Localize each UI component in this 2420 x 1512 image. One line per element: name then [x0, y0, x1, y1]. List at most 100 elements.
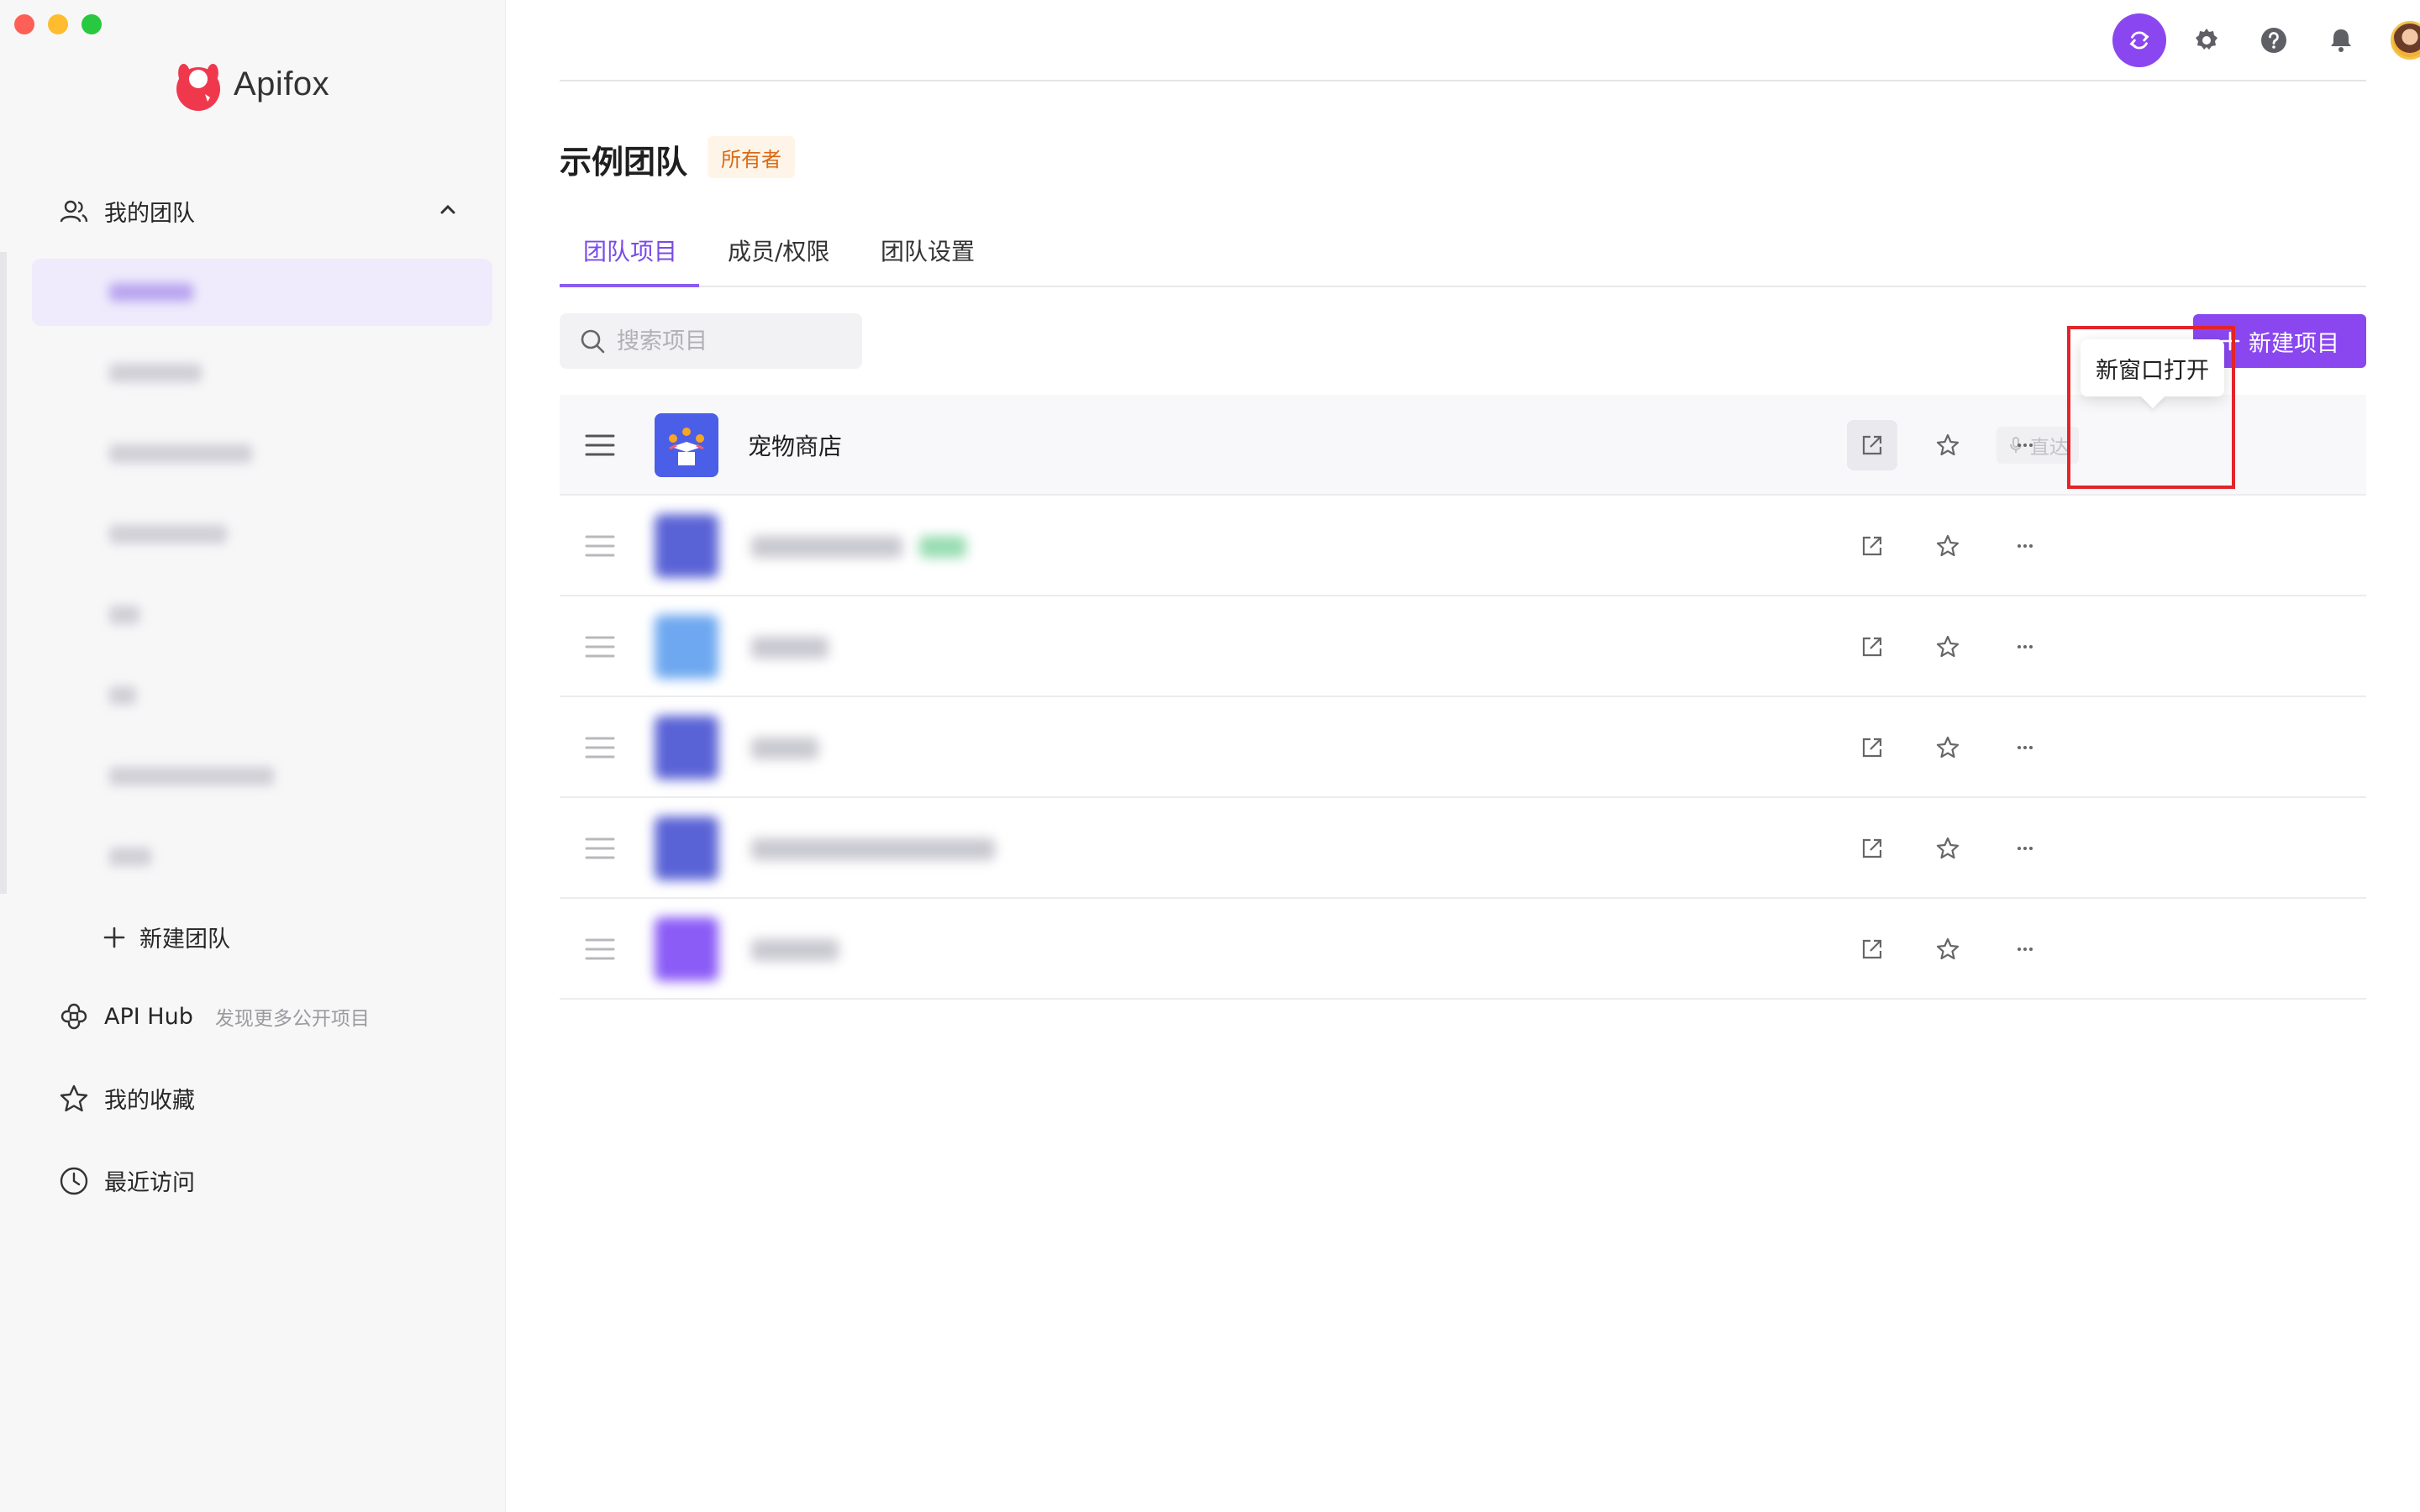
tab-team-settings[interactable]: 团队设置	[881, 234, 975, 267]
open-in-new-window-button[interactable]	[1847, 823, 1897, 874]
open-in-new-window-button[interactable]	[1847, 521, 1897, 571]
project-row[interactable]	[560, 596, 2366, 697]
user-avatar-button[interactable]	[2383, 13, 2420, 67]
favorite-button[interactable]	[1923, 622, 1973, 672]
avatar	[2391, 21, 2420, 60]
project-name[interactable]: 宠物商店	[748, 428, 842, 462]
project-row[interactable]	[560, 798, 2366, 899]
open-in-new-window-button[interactable]	[1847, 924, 1897, 974]
project-list: 宠物商店 直达	[560, 395, 2366, 1000]
new-project-label: 新建项目	[2249, 330, 2339, 357]
sidebar-favorites[interactable]: 我的收藏	[59, 1082, 195, 1115]
team-item[interactable]	[32, 662, 492, 729]
sync-button[interactable]	[2112, 13, 2166, 67]
more-options-button[interactable]	[2000, 924, 2050, 974]
new-team-label: 新建团队	[139, 927, 230, 953]
drag-handle-icon[interactable]	[585, 534, 615, 558]
project-row[interactable]	[560, 899, 2366, 1000]
project-icon	[655, 716, 718, 780]
project-row[interactable]: 宠物商店 直达	[560, 395, 2366, 496]
star-icon	[1936, 534, 1960, 557]
project-icon	[655, 816, 718, 880]
team-item[interactable]	[32, 339, 492, 407]
team-item[interactable]	[32, 743, 492, 810]
search-icon	[581, 329, 605, 354]
users-icon	[60, 200, 88, 222]
open-in-new-window-tooltip: 新窗口打开	[2081, 339, 2224, 396]
external-link-icon	[1862, 536, 1882, 556]
tab-team-projects[interactable]: 团队项目	[583, 234, 677, 267]
more-icon	[2018, 645, 2033, 648]
favorite-button[interactable]	[1923, 722, 1973, 773]
gear-icon	[2196, 29, 2217, 50]
external-link-icon	[1862, 738, 1882, 758]
header-divider	[560, 80, 2366, 81]
more-options-button[interactable]	[2000, 622, 2050, 672]
project-name-redacted	[751, 738, 818, 759]
close-window-button[interactable]	[14, 14, 34, 34]
sidebar: Apifox 我的团队 新建团队 API Hub 发现更多公开项目 我的收藏 最…	[0, 0, 506, 1512]
sync-icon	[2129, 31, 2149, 50]
open-in-new-window-button[interactable]	[1847, 622, 1897, 672]
more-options-button[interactable]	[2000, 722, 2050, 773]
drag-handle-icon[interactable]	[585, 433, 615, 457]
team-item[interactable]	[32, 823, 492, 890]
more-options-button[interactable]	[2000, 521, 2050, 571]
app-logo: Apifox	[168, 55, 329, 113]
more-options-button[interactable]	[2000, 823, 2050, 874]
team-item[interactable]	[32, 581, 492, 648]
team-list	[0, 252, 496, 894]
favorite-button[interactable]	[1923, 521, 1973, 571]
drag-handle-icon[interactable]	[585, 837, 615, 860]
active-tab-indicator	[560, 284, 699, 287]
star-icon	[1936, 937, 1960, 960]
zoom-window-button[interactable]	[82, 14, 102, 34]
more-options-button[interactable]	[2000, 420, 2050, 470]
open-in-new-window-button[interactable]	[1847, 420, 1897, 470]
external-link-icon	[1862, 838, 1882, 858]
team-item[interactable]	[32, 420, 492, 487]
project-name-redacted	[751, 536, 902, 558]
team-item[interactable]	[32, 259, 492, 326]
notifications-button[interactable]	[2314, 13, 2368, 67]
more-icon	[2018, 847, 2033, 850]
window-controls	[14, 14, 102, 34]
settings-button[interactable]	[2180, 13, 2233, 67]
star-icon	[60, 1084, 88, 1111]
open-in-new-window-button[interactable]	[1847, 722, 1897, 773]
project-search	[560, 313, 862, 369]
role-badge: 所有者	[708, 136, 795, 178]
project-icon	[655, 917, 718, 981]
new-team-button[interactable]: 新建团队	[103, 921, 230, 953]
favorite-button[interactable]	[1923, 924, 1973, 974]
drag-handle-icon[interactable]	[585, 736, 615, 759]
project-row[interactable]	[560, 697, 2366, 798]
drag-handle-icon[interactable]	[585, 635, 615, 659]
chevron-up-icon[interactable]	[437, 198, 459, 220]
minimize-window-button[interactable]	[48, 14, 68, 34]
star-icon	[1936, 736, 1960, 759]
sidebar-api-hub[interactable]: API Hub 发现更多公开项目	[59, 1001, 370, 1032]
project-icon	[655, 514, 718, 578]
sidebar-my-team-label: 我的团队	[104, 201, 195, 227]
tab-members-permissions[interactable]: 成员/权限	[728, 234, 829, 267]
project-icon	[655, 615, 718, 679]
external-link-icon	[1862, 637, 1882, 657]
favorite-button[interactable]	[1923, 823, 1973, 874]
project-row[interactable]	[560, 496, 2366, 596]
sidebar-my-team[interactable]: 我的团队	[59, 195, 195, 228]
favorite-button[interactable]	[1923, 420, 1973, 470]
project-name-redacted	[751, 939, 839, 961]
help-button[interactable]	[2247, 13, 2301, 67]
external-link-icon	[1862, 939, 1882, 959]
drag-handle-icon[interactable]	[585, 937, 615, 961]
apifox-logo-icon	[176, 63, 220, 111]
sidebar-recent[interactable]: 最近访问	[59, 1164, 195, 1197]
team-item[interactable]	[32, 501, 492, 568]
search-input[interactable]	[617, 328, 852, 354]
project-icon	[655, 413, 718, 477]
page-title: 示例团队	[560, 144, 688, 181]
more-icon	[2018, 746, 2033, 749]
project-name-redacted	[751, 637, 829, 659]
star-icon	[1936, 837, 1960, 859]
